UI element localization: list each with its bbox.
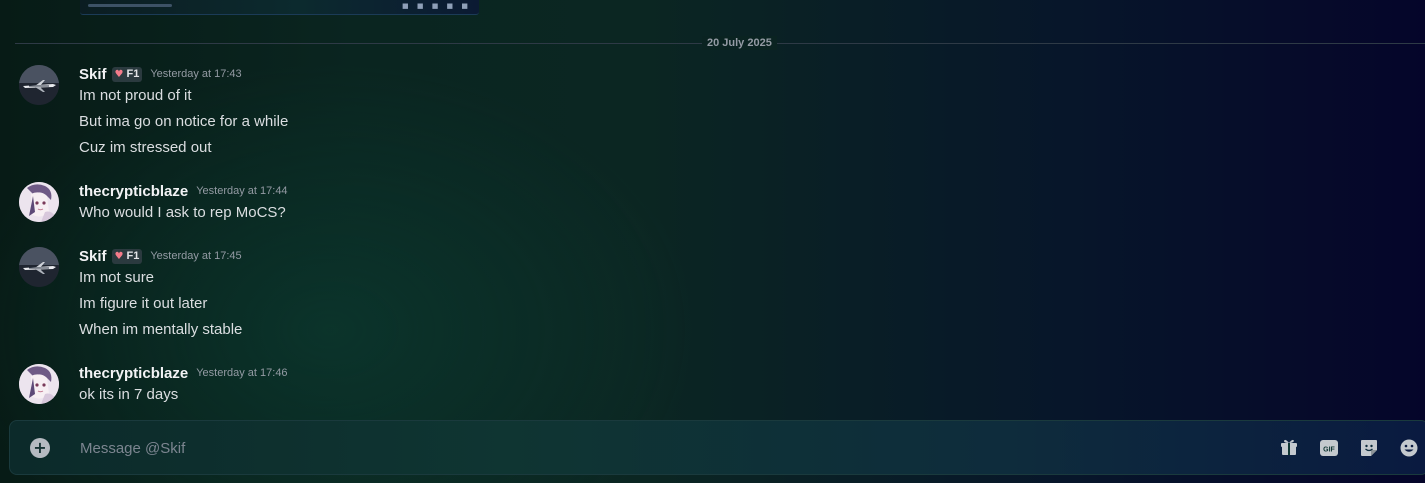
gif-label: GIF [1323, 447, 1335, 454]
message-input[interactable] [80, 435, 1230, 461]
gift-icon[interactable] [1279, 438, 1299, 458]
message-text: When im mentally stable [79, 321, 243, 338]
heart-icon: ♥ [114, 250, 124, 262]
anime-avatar-icon [19, 364, 59, 404]
embed-url-bar [88, 4, 172, 7]
username[interactable]: thecrypticblaze [79, 365, 188, 382]
timestamp[interactable]: Yesterday at 17:43 [150, 68, 241, 80]
username[interactable]: Skif [79, 66, 107, 83]
message-text: Cuz im stressed out [79, 139, 212, 156]
avatar[interactable] [19, 364, 59, 404]
message-text: Who would I ask to rep MoCS? [79, 204, 286, 221]
avatar[interactable] [19, 247, 59, 287]
username[interactable]: Skif [79, 248, 107, 265]
date-divider-label: 20 July 2025 [702, 36, 777, 50]
message-text: Im not sure [79, 269, 155, 286]
server-tag[interactable]: ♥ F1 [111, 66, 143, 82]
server-tag-label: F1 [126, 68, 140, 80]
message-header: Skif ♥ F1 Yesterday at 17:43 [79, 64, 242, 84]
anime-avatar-icon [19, 182, 59, 222]
server-tag[interactable]: ♥ F1 [111, 248, 143, 264]
gif-icon[interactable]: GIF [1319, 438, 1339, 458]
message-text: ok its in 7 days [79, 386, 179, 403]
message-header: thecrypticblaze Yesterday at 17:44 [79, 181, 288, 201]
username[interactable]: thecrypticblaze [79, 183, 188, 200]
embed-controls-icon: ■ ■ ■ ■ ■ [402, 2, 471, 10]
message-header: Skif ♥ F1 Yesterday at 17:45 [79, 246, 242, 266]
heart-icon: ♥ [114, 68, 124, 80]
plane-avatar-icon [19, 65, 59, 105]
message-header: thecrypticblaze Yesterday at 17:46 [79, 363, 288, 383]
sticker-icon[interactable] [1359, 438, 1379, 458]
timestamp[interactable]: Yesterday at 17:45 [150, 250, 241, 262]
server-tag-label: F1 [126, 250, 140, 262]
emoji-icon[interactable] [1399, 438, 1419, 458]
timestamp[interactable]: Yesterday at 17:46 [196, 367, 287, 379]
plane-avatar-icon [19, 247, 59, 287]
message-text: Im figure it out later [79, 295, 208, 312]
add-attachment-icon[interactable]: + [30, 438, 50, 458]
timestamp[interactable]: Yesterday at 17:44 [196, 185, 287, 197]
previous-embed-preview[interactable]: ■ ■ ■ ■ ■ [80, 0, 479, 15]
message-text: Im not proud of it [79, 87, 192, 104]
message-text: But ima go on notice for a while [79, 113, 289, 130]
date-divider: 20 July 2025 [15, 36, 1425, 50]
avatar[interactable] [19, 65, 59, 105]
message-composer: + GIF [9, 420, 1425, 475]
avatar[interactable] [19, 182, 59, 222]
